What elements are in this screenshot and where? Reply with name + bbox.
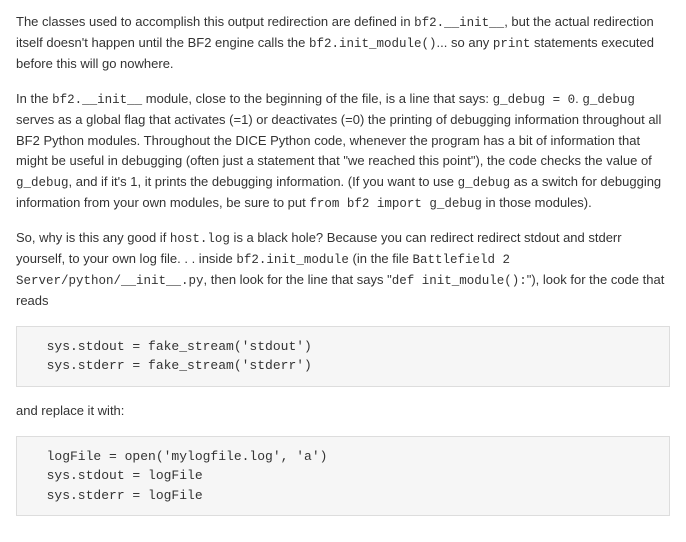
text: (in the file <box>349 251 413 266</box>
inline-code: print <box>493 37 531 51</box>
paragraph-gdebug: In the bf2.__init__ module, close to the… <box>16 89 670 214</box>
inline-code: from bf2 import g_debug <box>309 197 482 211</box>
inline-code: g_debug <box>458 176 511 190</box>
inline-code: host.log <box>170 232 230 246</box>
text: So, why is this any good if <box>16 230 170 245</box>
text: ... so any <box>437 35 493 50</box>
inline-code: bf2.__init__ <box>414 16 504 30</box>
inline-code: g_debug <box>582 93 635 107</box>
paragraph-between: and replace it with: <box>16 401 670 422</box>
inline-code: bf2.init_module <box>236 253 349 267</box>
text: , then look for the line that says " <box>204 272 392 287</box>
inline-code: bf2.init_module() <box>309 37 437 51</box>
inline-code: g_debug = 0 <box>493 93 576 107</box>
paragraph-redirect: So, why is this any good if host.log is … <box>16 228 670 312</box>
inline-code: g_debug <box>16 176 69 190</box>
text: in those modules). <box>482 195 592 210</box>
paragraph-intro: The classes used to accomplish this outp… <box>16 12 670 75</box>
text: The classes used to accomplish this outp… <box>16 14 414 29</box>
inline-code: bf2.__init__ <box>52 93 142 107</box>
text: , and if it's 1, it prints the debugging… <box>69 174 458 189</box>
text: In the <box>16 91 52 106</box>
text: serves as a global flag that activates (… <box>16 112 661 169</box>
code-block-original: sys.stdout = fake_stream('stdout') sys.s… <box>16 326 670 387</box>
inline-code: def init_module(): <box>392 274 527 288</box>
code-block-replacement: logFile = open('mylogfile.log', 'a') sys… <box>16 436 670 517</box>
text: module, close to the beginning of the fi… <box>142 91 493 106</box>
